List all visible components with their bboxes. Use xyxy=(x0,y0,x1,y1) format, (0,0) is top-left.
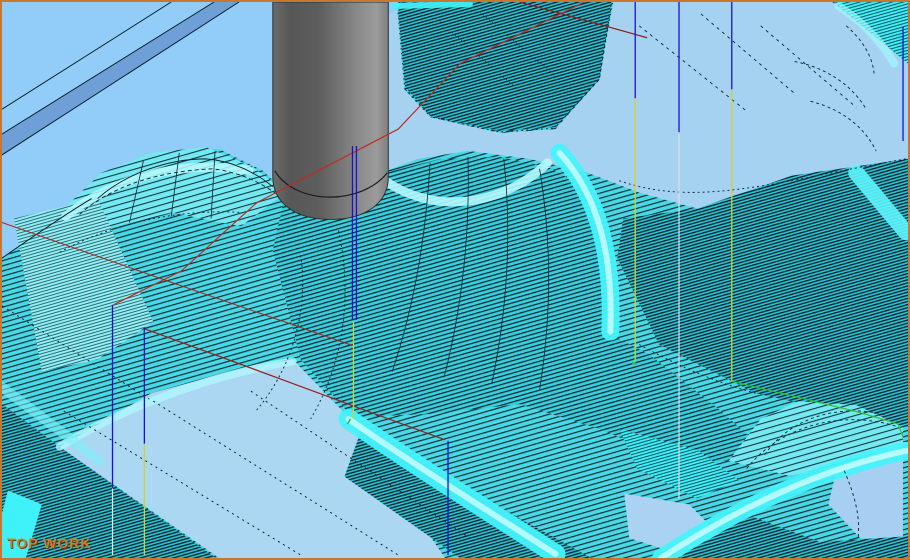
surface-regions xyxy=(2,2,908,558)
view-orientation-label: TOP WORK xyxy=(7,535,92,551)
cutting-tool xyxy=(273,2,388,219)
machining-simulation-canvas[interactable] xyxy=(2,2,908,558)
stock-beam-line-3 xyxy=(2,2,239,155)
hl-top-edge xyxy=(394,4,470,6)
stock-beam-line-2 xyxy=(2,2,214,134)
cam-graphics-viewport[interactable]: TOP WORK xyxy=(0,0,910,560)
